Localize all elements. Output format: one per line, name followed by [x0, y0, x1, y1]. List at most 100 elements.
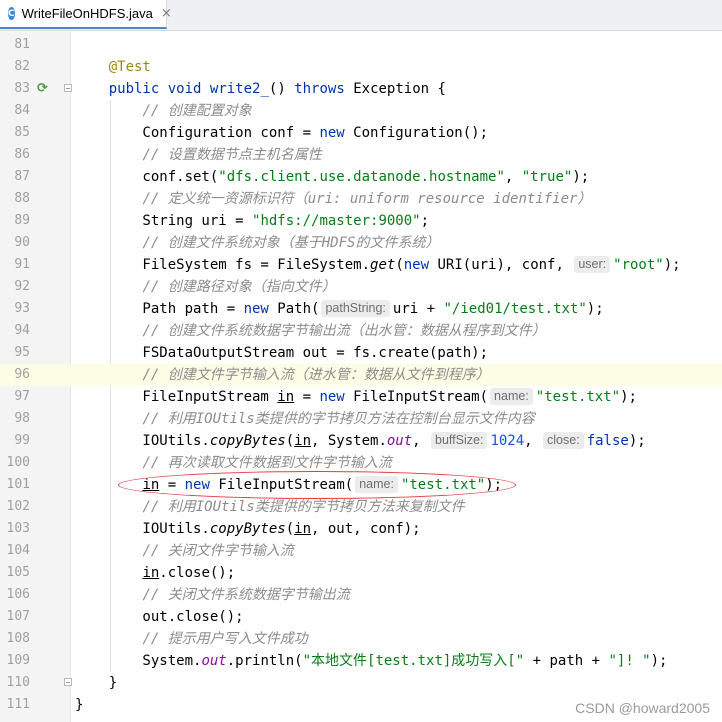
- tab-writefileonhdfs[interactable]: C WriteFileOnHDFS.java ×: [0, 0, 172, 29]
- code-token: FSDataOutputStream out = fs.create(path)…: [75, 345, 489, 361]
- code-token: System.: [75, 653, 202, 669]
- code-line[interactable]: 102 // 利用IOUtils类提供的字节拷贝方法来复制文件: [0, 496, 722, 518]
- run-test-icon[interactable]: ⟳: [37, 78, 48, 100]
- code-token: // 利用IOUtils类提供的字节拷贝方法在控制台显示文件内容: [142, 411, 535, 427]
- code-line[interactable]: 99 IOUtils.copyBytes(in, System.out, buf…: [0, 430, 722, 452]
- code-line[interactable]: 91 FileSystem fs = FileSystem.get(new UR…: [0, 254, 722, 276]
- code-token: out: [201, 653, 227, 669]
- code-line[interactable]: 110 }: [0, 672, 722, 694]
- code-token: get: [370, 257, 396, 273]
- code-text: FSDataOutputStream out = fs.create(path)…: [75, 342, 488, 364]
- code-line[interactable]: 88 // 定义统一资源标识符（uri: uniform resource id…: [0, 188, 722, 210]
- code-line[interactable]: 107 out.close();: [0, 606, 722, 628]
- code-line[interactable]: 98 // 利用IOUtils类提供的字节拷贝方法在控制台显示文件内容: [0, 408, 722, 430]
- line-number: 81: [14, 37, 30, 52]
- code-token: ,: [524, 433, 542, 449]
- code-token: copyBytes: [209, 433, 286, 449]
- line-number: 92: [14, 279, 30, 294]
- code-text: IOUtils.copyBytes(in, out, conf);: [75, 518, 420, 540]
- parameter-hint: buffSize:: [431, 432, 488, 449]
- code-text: conf.set("dfs.client.use.datanode.hostna…: [75, 166, 589, 188]
- code-token: // 利用IOUtils类提供的字节拷贝方法来复制文件: [142, 499, 465, 515]
- code-line[interactable]: 101 in = new FileInputStream(name: "test.…: [0, 474, 722, 496]
- code-token: // 关闭文件系统数据字节输出流: [142, 587, 350, 603]
- code-line[interactable]: 94 // 创建文件系统数据字节输出流（出水管：数据从程序到文件）: [0, 320, 722, 342]
- line-number: 82: [14, 59, 30, 74]
- code-token: );: [628, 433, 646, 449]
- code-editor[interactable]: 81 82 @Test 83 ⟳ public void write2_() thro…: [0, 34, 722, 716]
- line-number: 101: [6, 477, 30, 492]
- code-token: IOUtils.: [75, 433, 210, 449]
- code-line[interactable]: 100 // 再次读取文件数据到文件字节输入流: [0, 452, 722, 474]
- code-token: in: [142, 477, 160, 493]
- line-number: 88: [14, 191, 30, 206]
- code-token: write2_: [209, 81, 269, 97]
- code-token: );: [650, 653, 668, 669]
- code-line[interactable]: 106 // 关闭文件系统数据字节输出流: [0, 584, 722, 606]
- code-line[interactable]: 92 // 创建路径对象（指向文件）: [0, 276, 722, 298]
- fold-icon[interactable]: [64, 84, 72, 92]
- code-token: new: [243, 301, 269, 317]
- code-token: // 创建路径对象（指向文件）: [142, 279, 336, 295]
- code-token: false: [586, 433, 629, 449]
- code-token: 1024: [490, 433, 525, 449]
- code-line[interactable]: 103 IOUtils.copyBytes(in, out, conf);: [0, 518, 722, 540]
- line-number: 103: [6, 521, 30, 536]
- code-line[interactable]: 108 // 提示用户写入文件成功: [0, 628, 722, 650]
- code-text: // 定义统一资源标识符（uri: uniform resource ident…: [75, 188, 591, 210]
- code-token: }: [75, 697, 84, 713]
- code-line[interactable]: 97 FileInputStream in = new FileInputStr…: [0, 386, 722, 408]
- code-line[interactable]: 96 // 创建文件字节输入流（进水管：数据从文件到程序）: [0, 364, 722, 386]
- code-token: );: [586, 301, 604, 317]
- code-line[interactable]: 86 // 设置数据节点主机名属性: [0, 144, 722, 166]
- code-line[interactable]: 83 ⟳ public void write2_() throws Excepti…: [0, 78, 722, 100]
- code-token: throws: [294, 81, 345, 97]
- line-number: 87: [14, 169, 30, 184]
- code-line[interactable]: 90 // 创建文件系统对象（基于HDFS的文件系统）: [0, 232, 722, 254]
- close-icon[interactable]: ×: [161, 6, 172, 21]
- line-number: 107: [6, 609, 30, 624]
- code-line[interactable]: 87 conf.set("dfs.client.use.datanode.hos…: [0, 166, 722, 188]
- code-token: ,: [412, 433, 430, 449]
- code-line[interactable]: 81: [0, 34, 722, 56]
- code-token: (: [285, 433, 295, 449]
- code-token: + path +: [524, 653, 609, 669]
- code-text: // 创建配置对象: [75, 100, 251, 122]
- code-token: IOUtils.: [75, 521, 210, 537]
- code-token: // 创建文件系统对象（基于HDFS的文件系统）: [142, 235, 440, 251]
- code-token: String uri =: [75, 213, 253, 229]
- code-text: // 创建文件系统数据字节输出流（出水管：数据从程序到文件）: [75, 320, 545, 342]
- code-line[interactable]: 105 in.close();: [0, 562, 722, 584]
- code-line[interactable]: 84 // 创建配置对象: [0, 100, 722, 122]
- code-token: public: [108, 81, 160, 97]
- line-number: 89: [14, 213, 30, 228]
- code-line[interactable]: 85 Configuration conf = new Configuratio…: [0, 122, 722, 144]
- code-line[interactable]: 82 @Test: [0, 56, 722, 78]
- code-line[interactable]: 95 FSDataOutputStream out = fs.create(pa…: [0, 342, 722, 364]
- fold-icon[interactable]: [64, 678, 72, 686]
- code-text: // 关闭文件字节输入流: [75, 540, 293, 562]
- code-token: uri +: [392, 301, 444, 317]
- line-number: 91: [14, 257, 30, 272]
- code-token: "本地文件[test.txt]成功写入[": [302, 653, 525, 669]
- code-token: );: [485, 477, 503, 493]
- line-number: 105: [6, 565, 30, 580]
- code-line[interactable]: 104 // 关闭文件字节输入流: [0, 540, 722, 562]
- code-line[interactable]: 89 String uri = "hdfs://master:9000";: [0, 210, 722, 232]
- code-token: "]! ": [608, 653, 651, 669]
- parameter-hint: name:: [355, 476, 398, 493]
- code-token: new: [184, 477, 210, 493]
- code-line[interactable]: 93 Path path = new Path(pathString: uri +…: [0, 298, 722, 320]
- code-text: // 再次读取文件数据到文件字节输入流: [75, 452, 391, 474]
- code-text: @Test: [75, 56, 151, 78]
- line-number: 108: [6, 631, 30, 646]
- code-line[interactable]: 109 System.out.println("本地文件[test.txt]成功…: [0, 650, 722, 672]
